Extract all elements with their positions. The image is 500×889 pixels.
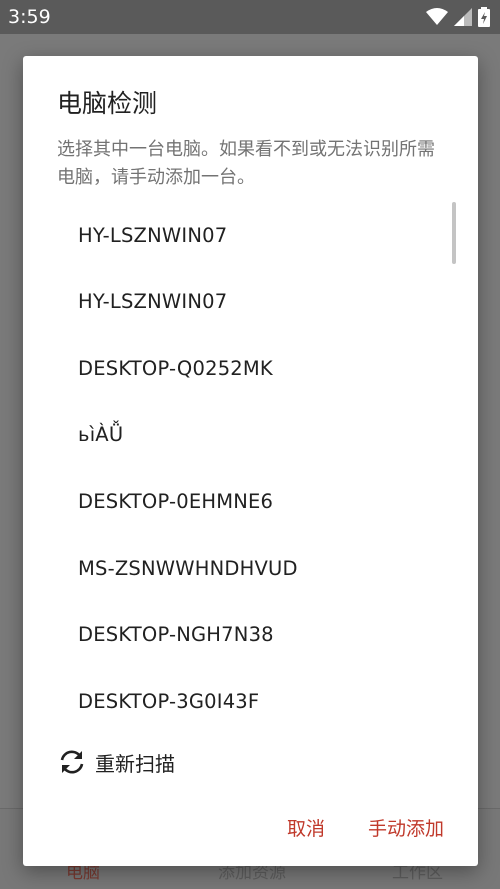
status-icons — [426, 6, 490, 28]
list-item-computer[interactable]: DESKTOP-0EHMNE6 — [78, 490, 273, 513]
rescan-button[interactable]: 重新扫描 — [57, 744, 175, 780]
list-item-computer[interactable]: HY-LSZNWIN07 — [78, 224, 227, 247]
battery-icon — [478, 7, 490, 27]
dialog-title: 电脑检测 — [57, 89, 158, 118]
computer-list[interactable]: HY-LSZNWIN07 HY-LSZNWIN07 DESKTOP-Q0252M… — [23, 202, 478, 736]
refresh-icon — [60, 750, 84, 774]
status-time: 3:59 — [8, 6, 51, 28]
signal-icon — [454, 8, 472, 26]
list-item-computer[interactable]: DESKTOP-NGH7N38 — [78, 623, 274, 646]
list-item-computer[interactable]: ьìÀǙ — [78, 423, 123, 446]
list-item-computer[interactable]: HY-LSZNWIN07 — [78, 290, 227, 313]
dialog-actions: 取消 手动添加 — [23, 810, 478, 850]
wifi-icon — [426, 8, 448, 25]
dialog-message: 选择其中一台电脑。如果看不到或无法识别所需电脑，请手动添加一台。 — [57, 139, 435, 188]
list-item-computer[interactable]: DESKTOP-3G0I43F — [78, 690, 259, 713]
rescan-label: 重新扫描 — [95, 751, 175, 776]
add-manually-button[interactable]: 手动添加 — [368, 814, 444, 841]
status-bar: 3:59 — [0, 0, 500, 34]
list-item-computer[interactable]: DESKTOP-Q0252MK — [78, 357, 273, 380]
cancel-button[interactable]: 取消 — [287, 814, 325, 841]
list-scrollbar[interactable] — [452, 202, 456, 264]
computer-detection-dialog: 电脑检测 选择其中一台电脑。如果看不到或无法识别所需电脑，请手动添加一台。 HY… — [23, 56, 478, 866]
list-item-computer[interactable]: MS-ZSNWWHNDHVUD — [78, 557, 298, 580]
